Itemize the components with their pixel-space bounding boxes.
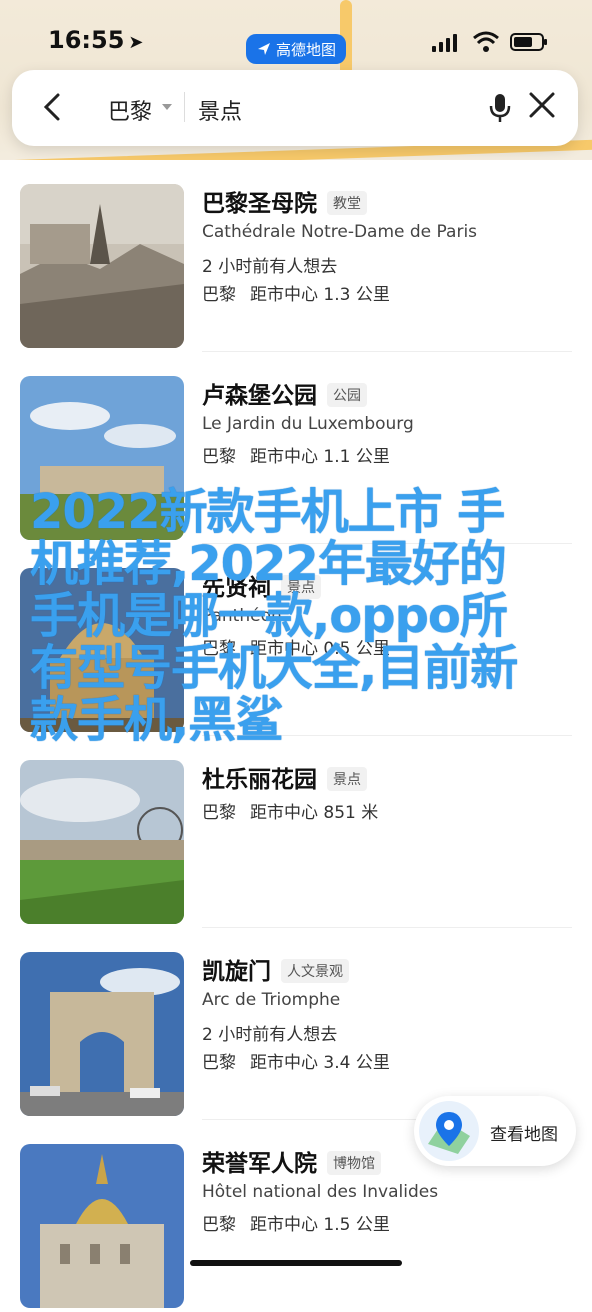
- location-info: 巴黎 距市中心 851 米: [202, 803, 379, 823]
- recent-activity: 2 小时前有人想去: [202, 1025, 338, 1045]
- search-bar: 巴黎 景点: [12, 70, 578, 146]
- place-photo: [20, 184, 184, 348]
- foreign-name: Arc de Triomphe: [202, 990, 341, 1010]
- location-info: 巴黎 距市中心 1.1 公里: [202, 447, 390, 467]
- category-tag: 景点: [281, 575, 321, 599]
- place-photo: [20, 568, 184, 732]
- foreign-name: Cathédrale Notre-Dame de Paris: [202, 222, 478, 242]
- status-bar: 16:55 ➤ 高德地图: [0, 18, 592, 64]
- place-photo: [20, 376, 184, 540]
- place-name: 先贤祠 景点: [202, 568, 321, 602]
- category-tag: 公园: [327, 383, 367, 407]
- foreign-name: Hôtel national des Invalides: [202, 1182, 439, 1202]
- place-name: 凯旋门 人文景观: [202, 952, 349, 986]
- map-pin-icon: [419, 1101, 479, 1161]
- city-selector[interactable]: 巴黎: [108, 94, 152, 126]
- view-map-button[interactable]: 查看地图: [414, 1096, 576, 1166]
- place-photo: [20, 760, 184, 924]
- place-photo: [20, 952, 184, 1116]
- category-tag: 教堂: [327, 191, 367, 215]
- foreign-name: Le Jardin du Luxembourg: [202, 414, 414, 434]
- location-info: 巴黎 距市中心 1.5 公里: [202, 1215, 390, 1235]
- category-tag: 人文景观: [281, 959, 349, 983]
- navigation-icon: [257, 43, 270, 55]
- place-name: 卢森堡公园 公园: [202, 376, 367, 410]
- category-tag: 景点: [327, 767, 367, 791]
- location-arrow-icon: ➤: [128, 32, 144, 53]
- back-arrow-icon[interactable]: [40, 92, 70, 122]
- search-input[interactable]: 景点: [198, 94, 242, 126]
- microphone-icon[interactable]: [486, 92, 514, 124]
- category-tag: 博物馆: [327, 1151, 381, 1175]
- list-item[interactable]: 卢森堡公园 公园 Le Jardin du Luxembourg 巴黎 距市中心 1…: [0, 352, 592, 544]
- app-pill-label: 高德地图: [275, 40, 336, 59]
- location-info: 巴黎 距市中心 0.5 公里: [202, 639, 390, 659]
- place-photo: [20, 1144, 184, 1308]
- app-return-pill[interactable]: 高德地图: [246, 34, 346, 64]
- chevron-down-icon[interactable]: [162, 104, 172, 110]
- place-name: 杜乐丽花园 景点: [202, 760, 367, 794]
- location-info: 巴黎 距市中心 3.4 公里: [202, 1053, 390, 1073]
- location-info: 巴黎 距市中心 1.3 公里: [202, 285, 390, 305]
- divider: [184, 92, 185, 122]
- list-item[interactable]: 巴黎圣母院 教堂 Cathédrale Notre-Dame de Paris 2…: [0, 160, 592, 352]
- list-item[interactable]: 先贤祠 景点 Panthéon 巴黎 距市中心 0.5 公里: [0, 544, 592, 736]
- place-name: 巴黎圣母院 教堂: [202, 184, 367, 218]
- home-indicator[interactable]: [190, 1260, 402, 1266]
- signal-icon: [432, 32, 457, 52]
- battery-icon: [510, 33, 547, 51]
- foreign-name: Panthéon: [202, 606, 282, 626]
- place-name: 荣誉军人院 博物馆: [202, 1144, 381, 1178]
- recent-activity: 2 小时前有人想去: [202, 257, 338, 277]
- close-icon[interactable]: [527, 90, 557, 126]
- list-item[interactable]: 杜乐丽花园 景点 巴黎 距市中心 851 米: [0, 736, 592, 928]
- list-item[interactable]: 凯旋门 人文景观 Arc de Triomphe 2 小时前有人想去 巴黎 距市中心…: [0, 928, 592, 1120]
- wifi-icon: [473, 31, 499, 52]
- status-time: 16:55 ➤: [48, 26, 144, 54]
- view-map-label: 查看地图: [490, 1125, 558, 1145]
